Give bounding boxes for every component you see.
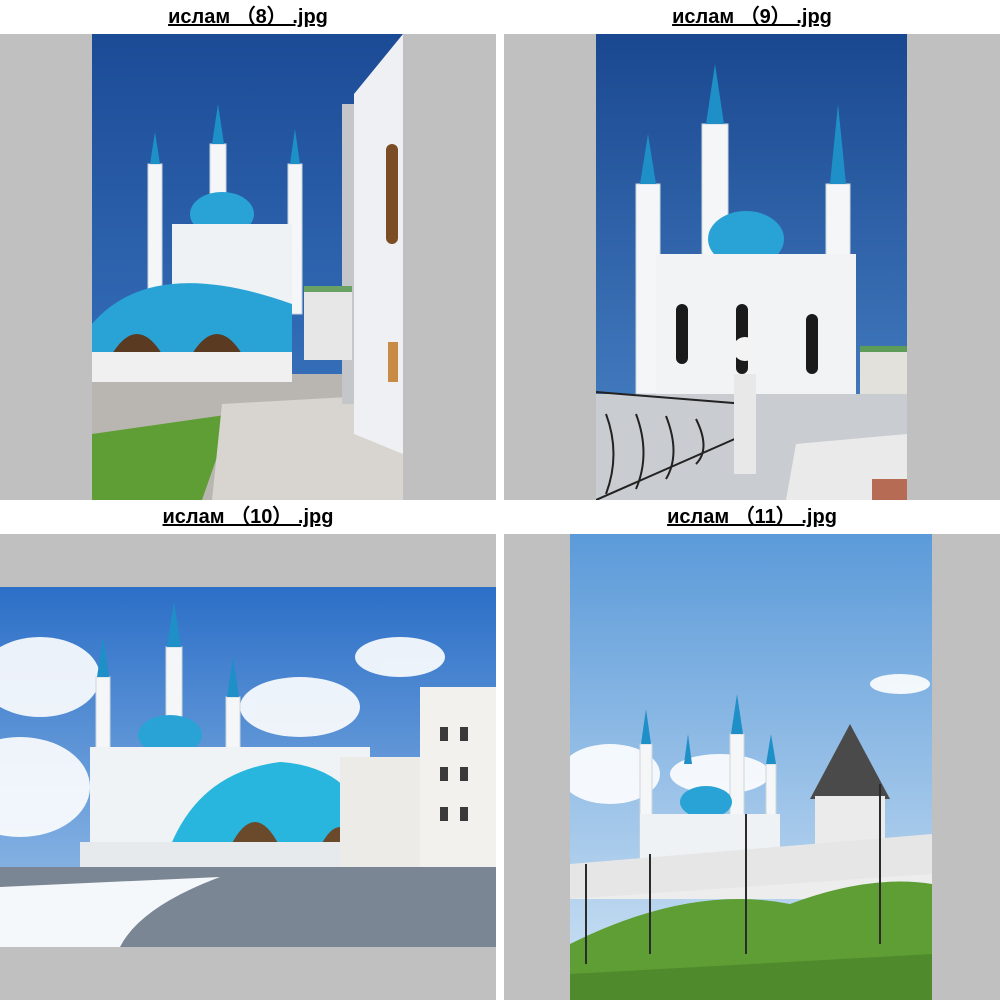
mosque-photo[interactable] [596, 34, 907, 500]
mosque-photo[interactable] [570, 534, 932, 1000]
thumbnail-caption[interactable]: ислам （11） .jpg [504, 500, 1000, 534]
thumbnail-frame [0, 534, 496, 1000]
thumbnail-item[interactable]: ислам （10） .jpg [0, 500, 496, 1000]
thumbnail-item[interactable]: ислам （9） .jpg [504, 0, 1000, 500]
thumbnail-caption[interactable]: ислам （9） .jpg [504, 0, 1000, 34]
thumbnail-frame [504, 534, 1000, 1000]
thumbnail-grid: ислам （8） .jpg ислам （9） .jpg ислам （10）… [0, 0, 1000, 1000]
thumbnail-frame [504, 34, 1000, 500]
thumbnail-item[interactable]: ислам （8） .jpg [0, 0, 496, 500]
thumbnail-caption[interactable]: ислам （8） .jpg [0, 0, 496, 34]
thumbnail-frame [0, 34, 496, 500]
mosque-photo[interactable] [92, 34, 403, 500]
mosque-photo[interactable] [0, 587, 496, 947]
thumbnail-item[interactable]: ислам （11） .jpg [504, 500, 1000, 1000]
thumbnail-caption[interactable]: ислам （10） .jpg [0, 500, 496, 534]
